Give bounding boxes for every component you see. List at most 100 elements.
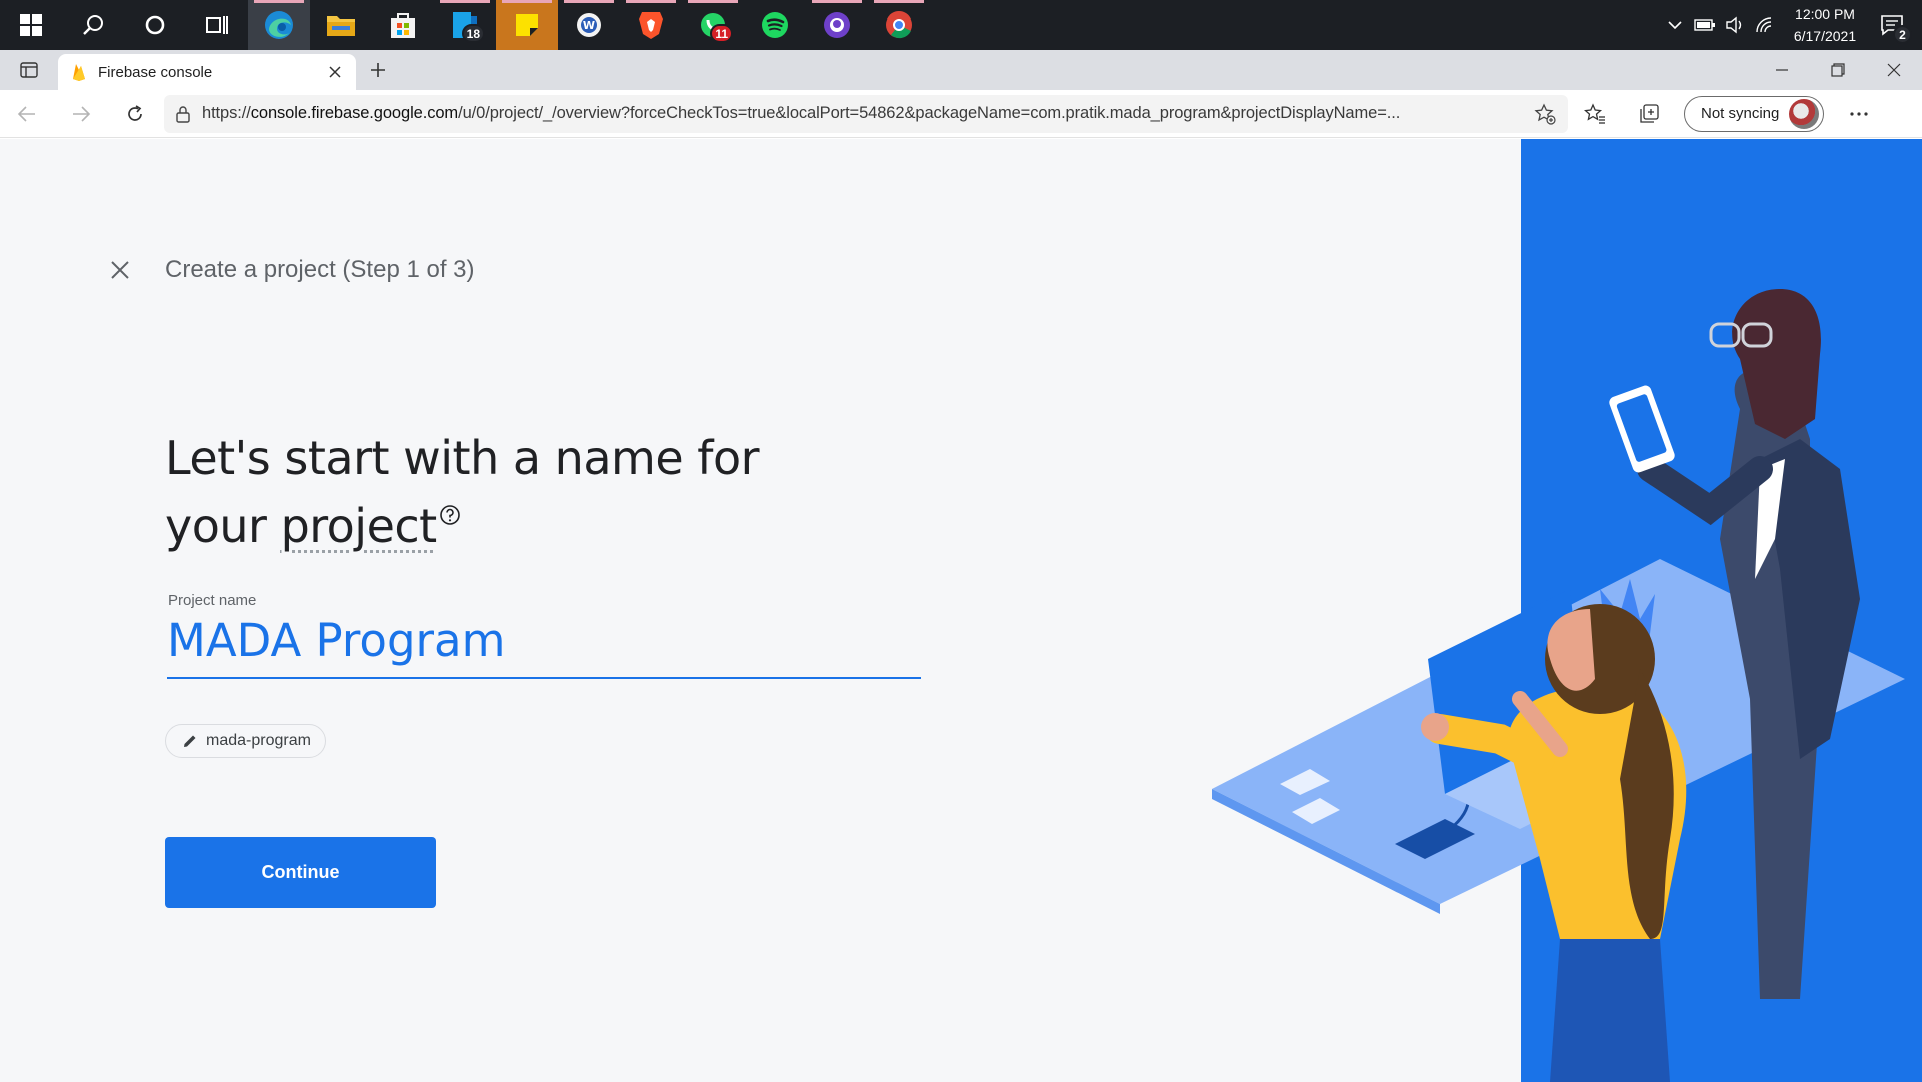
spotify-icon (762, 12, 788, 38)
tab-firebase-console[interactable]: Firebase console (58, 54, 356, 90)
arrow-right-icon (73, 105, 91, 122)
url-path: /u/0/project/_/overview?forceCheckTos=tr… (458, 104, 1401, 122)
edge-icon (265, 11, 293, 39)
refresh-button[interactable] (108, 90, 162, 138)
tab-title: Firebase console (98, 63, 213, 81)
onboarding-illustration (1200, 139, 1922, 1082)
taskbar-app-word[interactable]: W (558, 0, 620, 50)
collections-icon (1640, 103, 1659, 123)
taskbar-app-file-explorer[interactable] (310, 0, 372, 50)
cortana-button[interactable] (124, 0, 186, 50)
headline-prefix: your (165, 499, 281, 553)
task-view-icon (206, 16, 228, 34)
more-dots-icon (1850, 111, 1868, 116)
windows-logo-icon (20, 14, 42, 36)
network-button[interactable] (1750, 0, 1780, 50)
headline-line-1: Let's start with a name for (165, 431, 760, 485)
taskbar-app-store[interactable] (372, 0, 434, 50)
taskbar-app-sticky-notes[interactable] (496, 0, 558, 50)
show-hidden-icons-button[interactable] (1660, 0, 1690, 50)
taskbar-search-button[interactable] (62, 0, 124, 50)
action-center-button[interactable]: 2 (1870, 0, 1914, 50)
project-name-input[interactable] (167, 609, 921, 679)
system-tray: 12:00 PM 6/17/2021 2 (1660, 0, 1922, 50)
folder-icon (327, 16, 355, 36)
cortana-icon (145, 15, 165, 35)
close-icon (1887, 63, 1901, 77)
url-prefix: https:// (202, 104, 251, 122)
start-button[interactable] (0, 0, 62, 50)
profile-sync-button[interactable]: Not syncing (1684, 95, 1825, 132)
lock-icon (176, 105, 190, 123)
settings-more-button[interactable] (1832, 90, 1886, 138)
github-icon (824, 12, 850, 38)
store-bag-icon (391, 13, 415, 38)
chevron-up-icon (1668, 21, 1682, 30)
taskbar-app-github[interactable] (806, 0, 868, 50)
close-wizard-button[interactable] (104, 254, 136, 286)
taskbar-app-edge[interactable] (248, 0, 310, 50)
browser-tab-strip: Firebase console (0, 50, 1922, 90)
wifi-icon (1756, 17, 1772, 33)
browser-toolbar: https://console.firebase.google.com/u/0/… (0, 90, 1922, 138)
window-controls (1754, 50, 1922, 90)
restore-icon (1831, 63, 1845, 77)
taskbar-app-spotify[interactable] (744, 0, 806, 50)
project-name-label: Project name (168, 592, 257, 609)
clock-date: 6/17/2021 (1793, 28, 1857, 44)
firebase-create-project-page: Create a project (Step 1 of 3) Let's sta… (0, 139, 1922, 1082)
mail-badge: 18 (461, 24, 485, 43)
sticky-note-icon (516, 14, 538, 36)
clock-time: 12:00 PM (1795, 6, 1855, 22)
back-button[interactable] (0, 90, 54, 138)
headline-line-2: your project (165, 492, 759, 560)
minimize-button[interactable] (1754, 50, 1810, 90)
project-id-label: mada-program (206, 732, 311, 749)
speaker-icon (1726, 16, 1742, 34)
windows-taskbar: 18 W 11 12:00 PM 6/17/2021 2 (0, 0, 1922, 50)
battery-button[interactable] (1690, 0, 1720, 50)
minimize-icon (1776, 69, 1788, 71)
url-host: console.firebase.google.com (250, 104, 459, 122)
taskbar-app-whatsapp[interactable]: 11 (682, 0, 744, 50)
brave-lion-icon (639, 12, 663, 39)
page-headline: Let's start with a name for your project (165, 424, 760, 560)
close-tab-icon[interactable] (328, 65, 342, 79)
chrome-icon (886, 11, 912, 39)
task-view-button[interactable] (186, 0, 248, 50)
people-at-desk-illustration (1212, 289, 1905, 1082)
battery-icon (1694, 19, 1715, 31)
forward-button[interactable] (54, 90, 108, 138)
taskbar-app-brave[interactable] (620, 0, 682, 50)
arrow-left-icon (17, 105, 35, 122)
firebase-flame-icon (73, 64, 85, 81)
favorites-star-icon (1584, 102, 1605, 124)
taskbar-app-mail[interactable]: 18 (434, 0, 496, 50)
volume-button[interactable] (1720, 0, 1750, 50)
project-term[interactable]: project (281, 499, 438, 553)
tab-actions-button[interactable] (0, 50, 58, 90)
pencil-icon (184, 735, 196, 747)
search-icon (83, 15, 103, 35)
continue-button[interactable]: Continue (165, 837, 436, 908)
close-window-button[interactable] (1866, 50, 1922, 90)
favorites-button[interactable] (1568, 90, 1622, 138)
address-bar[interactable]: https://console.firebase.google.com/u/0/… (164, 94, 1568, 133)
whatsapp-badge: 11 (710, 24, 733, 43)
avatar (1789, 98, 1820, 129)
new-tab-button[interactable] (356, 50, 400, 90)
tab-actions-icon (20, 62, 38, 78)
refresh-icon (128, 104, 142, 121)
svg-text:W: W (583, 19, 595, 32)
taskbar-app-chrome[interactable] (868, 0, 930, 50)
help-circle-icon[interactable] (439, 504, 461, 526)
collections-button[interactable] (1622, 90, 1676, 138)
plus-icon (371, 63, 385, 77)
url-text: https://console.firebase.google.com/u/0/… (202, 104, 1534, 123)
close-icon (111, 261, 129, 279)
add-favorite-icon[interactable] (1534, 102, 1556, 125)
taskbar-clock[interactable]: 12:00 PM 6/17/2021 (1780, 3, 1870, 47)
restore-button[interactable] (1810, 50, 1866, 90)
project-id-chip[interactable]: mada-program (165, 724, 326, 758)
notification-badge: 2 (1893, 25, 1912, 44)
